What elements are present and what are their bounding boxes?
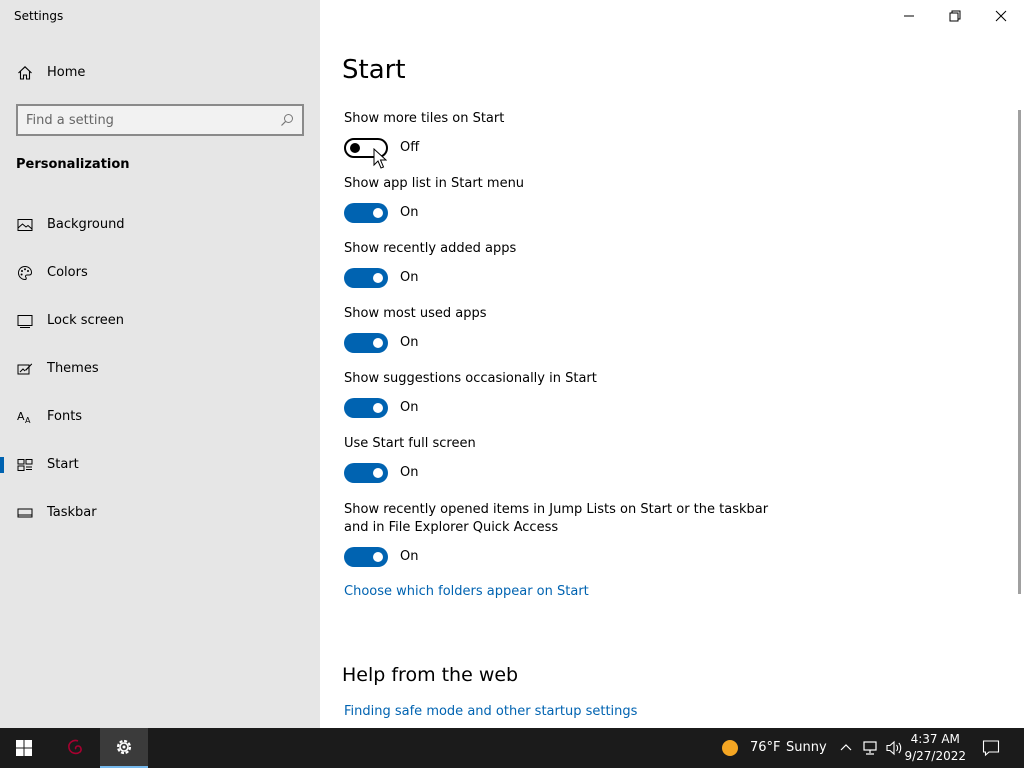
- weather-temperature[interactable]: 76°F: [750, 740, 781, 755]
- restore-button[interactable]: [932, 0, 978, 32]
- sun-icon[interactable]: [721, 739, 739, 757]
- toggle-state: Off: [400, 140, 420, 155]
- chevron-up-icon[interactable]: [840, 742, 852, 752]
- toggle-knob: [373, 552, 383, 562]
- toggle-state: On: [400, 465, 419, 480]
- speaker-icon[interactable]: [886, 740, 904, 756]
- setting-label: Show suggestions occasionally in Start: [344, 371, 597, 386]
- sidebar-item-lock-screen[interactable]: Lock screen: [0, 301, 320, 341]
- setting-label: Use Start full screen: [344, 436, 476, 451]
- toggle-state: On: [400, 335, 419, 350]
- gear-icon: [116, 739, 132, 755]
- toggle-knob: [373, 338, 383, 348]
- search-icon[interactable]: [280, 113, 294, 127]
- sidebar-item-colors[interactable]: Colors: [0, 253, 320, 293]
- sidebar-item-label: Taskbar: [47, 505, 97, 520]
- settings-app-button[interactable]: [100, 728, 148, 768]
- network-icon[interactable]: [862, 740, 880, 756]
- setting-label: Show more tiles on Start: [344, 111, 505, 126]
- mouse-cursor-icon: [373, 148, 387, 169]
- picture-icon: [17, 219, 33, 231]
- sidebar-item-label: Fonts: [47, 409, 83, 424]
- minimize-icon: [904, 15, 914, 17]
- toggle-state: On: [400, 205, 419, 220]
- choose-folders-link[interactable]: Choose which folders appear on Start: [344, 584, 589, 599]
- weather-condition[interactable]: Sunny: [786, 740, 827, 755]
- search-box[interactable]: [16, 104, 304, 136]
- palette-icon: [17, 265, 33, 281]
- close-icon: [995, 10, 1007, 22]
- sidebar-item-label: Lock screen: [47, 313, 124, 328]
- toggle-knob: [373, 208, 383, 218]
- sidebar-item-home[interactable]: Home: [0, 60, 320, 88]
- section-title: Personalization: [16, 157, 130, 172]
- taskbar-icon: [17, 508, 33, 518]
- svg-text:A: A: [17, 410, 25, 423]
- search-input[interactable]: [26, 111, 276, 129]
- show-recently-added-toggle[interactable]: [344, 268, 388, 288]
- full-screen-toggle[interactable]: [344, 463, 388, 483]
- jump-lists-toggle[interactable]: [344, 547, 388, 567]
- windows-logo-icon: [16, 740, 32, 756]
- toggle-state: On: [400, 549, 419, 564]
- toggle-knob: [350, 143, 360, 153]
- safe-mode-link[interactable]: Finding safe mode and other startup sett…: [344, 704, 637, 719]
- debian-app-button[interactable]: [52, 728, 100, 768]
- start-button[interactable]: [0, 728, 48, 768]
- sidebar-item-start[interactable]: Start: [0, 445, 320, 485]
- taskbar: 76°F Sunny 4:37 AM 9/27/2022: [0, 728, 1024, 768]
- help-title: Help from the web: [342, 664, 519, 686]
- sidebar-item-label: Home: [47, 65, 86, 80]
- sidebar: Settings Home Personalization Background…: [0, 0, 320, 728]
- setting-label: Show recently opened items in Jump Lists…: [344, 502, 769, 535]
- start-icon: [17, 459, 33, 471]
- toggle-knob: [373, 403, 383, 413]
- sidebar-item-label: Background: [47, 217, 125, 232]
- minimize-button[interactable]: [886, 0, 932, 32]
- notification-icon[interactable]: [982, 739, 1000, 757]
- fonts-icon: A A: [17, 410, 31, 425]
- setting-label: Show most used apps: [344, 306, 487, 321]
- svg-text:A: A: [25, 416, 31, 425]
- window-title: Settings: [14, 9, 64, 23]
- sidebar-item-background[interactable]: Background: [0, 205, 320, 245]
- clock[interactable]: 4:37 AM 9/27/2022: [904, 731, 966, 765]
- sidebar-item-taskbar[interactable]: Taskbar: [0, 493, 320, 533]
- sidebar-item-themes[interactable]: Themes: [0, 349, 320, 389]
- themes-icon: [17, 363, 33, 375]
- toggle-state: On: [400, 400, 419, 415]
- clock-date: 9/27/2022: [904, 749, 966, 763]
- debian-swirl-icon: [68, 739, 82, 755]
- toggle-knob: [373, 273, 383, 283]
- toggle-knob: [373, 468, 383, 478]
- close-button[interactable]: [978, 0, 1024, 32]
- sidebar-item-label: Colors: [47, 265, 88, 280]
- show-most-used-toggle[interactable]: [344, 333, 388, 353]
- show-app-list-toggle[interactable]: [344, 203, 388, 223]
- page-title: Start: [342, 55, 406, 85]
- restore-icon: [949, 10, 961, 22]
- sidebar-item-fonts[interactable]: A A Fonts: [0, 397, 320, 437]
- lock-screen-icon: [17, 315, 33, 328]
- scrollbar[interactable]: [1018, 110, 1021, 594]
- sidebar-item-label: Start: [47, 457, 79, 472]
- show-suggestions-toggle[interactable]: [344, 398, 388, 418]
- setting-label: Show app list in Start menu: [344, 176, 525, 191]
- home-icon: [18, 66, 32, 80]
- sidebar-item-label: Themes: [47, 361, 99, 376]
- setting-label: Show recently added apps: [344, 241, 517, 256]
- clock-time: 4:37 AM: [910, 732, 960, 746]
- toggle-state: On: [400, 270, 419, 285]
